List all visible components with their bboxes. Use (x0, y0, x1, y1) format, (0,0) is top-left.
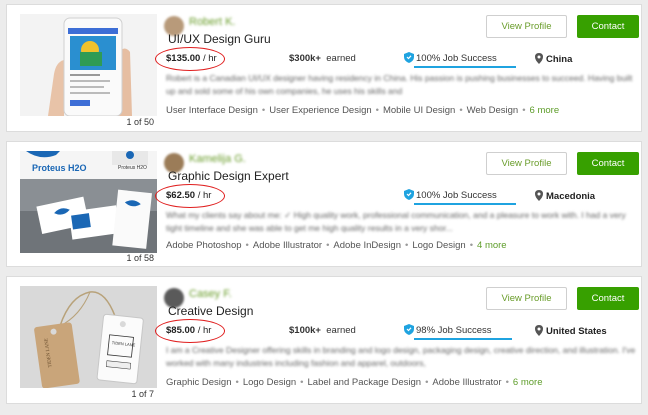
more-skills-link[interactable]: 6 more (530, 105, 560, 116)
freelancer-description: Robert is a Canadian UI/UX designer havi… (166, 73, 633, 96)
freelancer-title: Creative Design (168, 304, 254, 318)
skill-tag[interactable]: Adobe Illustrator (432, 377, 501, 388)
shield-icon (404, 324, 414, 335)
location: United States (535, 325, 607, 337)
skills-list: User Interface Design • User Experience De… (166, 105, 560, 116)
contact-button[interactable]: Contact (577, 287, 639, 310)
location-pin-icon (535, 325, 543, 336)
rate-value: $62.50 (166, 190, 196, 201)
portfolio-counter: 1 of 7 (131, 389, 154, 399)
shield-icon (404, 189, 414, 200)
freelancer-name[interactable]: Kamelija G. (189, 153, 246, 165)
skill-tag[interactable]: Adobe InDesign (333, 240, 401, 251)
job-success: 100% Job Success (404, 189, 497, 201)
skill-tag[interactable]: Adobe Illustrator (253, 240, 322, 251)
skill-tag[interactable]: Logo Design (412, 240, 465, 251)
freelancer-card: Proteus H2O Proteus H2O 1 of 58 Kamelija… (6, 141, 642, 267)
skill-tag[interactable]: Web Design (467, 105, 519, 116)
job-success-bar (414, 203, 516, 205)
skill-tag[interactable]: User Interface Design (166, 105, 258, 116)
earnings: $100k+ earned (289, 325, 356, 336)
contact-button[interactable]: Contact (577, 152, 639, 175)
view-profile-button[interactable]: View Profile (486, 15, 567, 38)
portfolio-counter: 1 of 50 (126, 117, 154, 127)
rate-value: $135.00 (166, 53, 201, 64)
skill-tag[interactable]: Label and Package Design (308, 377, 422, 388)
location-text: Macedonia (546, 191, 596, 202)
portfolio-thumbnail[interactable]: TIDEN LANE TIDEN LANE (20, 286, 157, 388)
more-skills-link[interactable]: 6 more (513, 377, 543, 388)
freelancer-list: 1 of 50 Robert K. UI/UX Design Guru $135… (0, 0, 648, 415)
view-profile-button[interactable]: View Profile (486, 287, 567, 310)
freelancer-name[interactable]: Casey F. (189, 288, 232, 300)
job-success-text: 100% Job Success (416, 53, 497, 64)
rate-unit: / hr (197, 325, 212, 336)
skill-tag[interactable]: Adobe Photoshop (166, 240, 242, 251)
earned-amount: $100k+ (289, 325, 321, 336)
rate-value: $85.00 (166, 325, 196, 336)
freelancer-name[interactable]: Robert K. (189, 16, 235, 28)
contact-button[interactable]: Contact (577, 15, 639, 38)
earnings: $300k+ earned (289, 53, 356, 64)
freelancer-title: UI/UX Design Guru (168, 32, 271, 46)
skill-tag[interactable]: Logo Design (243, 377, 296, 388)
job-success: 98% Job Success (404, 324, 492, 336)
freelancer-card: 1 of 50 Robert K. UI/UX Design Guru $135… (6, 4, 642, 132)
rate-unit: / hr (197, 190, 212, 201)
earned-label: earned (326, 325, 356, 336)
skill-tag[interactable]: Graphic Design (166, 377, 231, 388)
rate-unit: / hr (202, 53, 217, 64)
job-success: 100% Job Success (404, 52, 497, 64)
job-success-bar (414, 66, 516, 68)
more-skills-link[interactable]: 4 more (477, 240, 507, 251)
location-pin-icon (535, 190, 543, 201)
skill-tag[interactable]: User Experience Design (269, 105, 371, 116)
portfolio-counter: 1 of 58 (126, 253, 154, 263)
skills-list: Graphic Design • Logo Design • Label and Pac… (166, 377, 543, 388)
location: China (535, 53, 572, 65)
location-text: China (546, 54, 573, 65)
job-success-text: 100% Job Success (416, 190, 497, 201)
location: Macedonia (535, 190, 595, 202)
job-success-text: 98% Job Success (416, 325, 492, 336)
skills-list: Adobe Photoshop • Adobe Illustrator • Adobe … (166, 240, 507, 251)
freelancer-description: What my clients say about me: ✓ High qua… (166, 210, 626, 233)
hourly-rate: $135.00 / hr (166, 53, 217, 64)
freelancer-description: I am a Creative Designer offering skills… (166, 345, 636, 368)
hourly-rate: $85.00 / hr (166, 325, 211, 336)
freelancer-title: Graphic Design Expert (168, 169, 289, 183)
job-success-bar (414, 338, 512, 340)
earned-amount: $300k+ (289, 53, 321, 64)
hourly-rate: $62.50 / hr (166, 190, 211, 201)
skill-tag[interactable]: Mobile UI Design (383, 105, 455, 116)
portfolio-thumbnail[interactable]: Proteus H2O Proteus H2O (20, 151, 157, 253)
freelancer-card: TIDEN LANE TIDEN LANE 1 of 7 Casey F. Cr… (6, 276, 642, 404)
location-pin-icon (535, 53, 543, 64)
thumb-brand-text: Proteus H2O (32, 163, 87, 173)
location-text: United States (546, 326, 607, 337)
portfolio-thumbnail[interactable] (20, 14, 157, 116)
shield-icon (404, 52, 414, 63)
svg-text:Proteus H2O: Proteus H2O (118, 165, 147, 171)
view-profile-button[interactable]: View Profile (486, 152, 567, 175)
earned-label: earned (326, 53, 356, 64)
